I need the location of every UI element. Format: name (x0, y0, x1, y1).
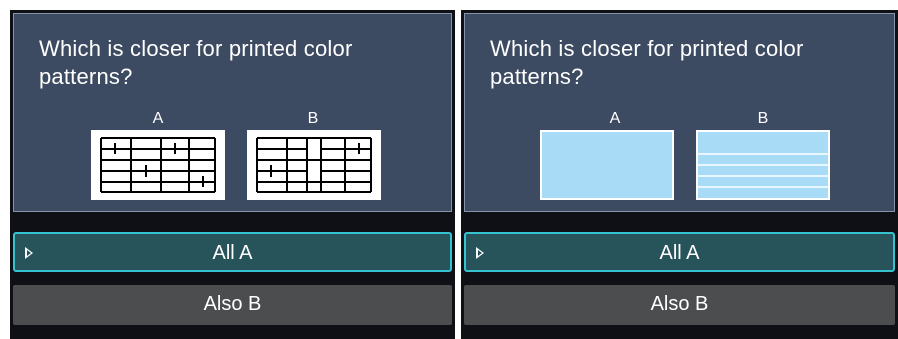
striped-blue-pattern-icon (696, 130, 830, 200)
pattern-b-graphic (256, 137, 372, 193)
prompt-text: Which is closer for printed color patter… (39, 36, 353, 89)
menu-item-all-a[interactable]: All A (464, 232, 895, 272)
menu-item-also-b[interactable]: Also B (13, 285, 452, 325)
menu-item-also-b-label: Also B (203, 293, 262, 315)
lcd-screen-right: Which is closer for printed color patter… (461, 10, 898, 339)
pattern-b-stripes (698, 153, 828, 188)
menu-item-all-a-label: All A (212, 242, 253, 264)
printer-lcd-comparison: Which is closer for printed color patter… (0, 0, 898, 339)
solid-blue-pattern-icon (540, 130, 674, 200)
ruled-grid-pattern-variant-icon (247, 130, 381, 200)
menu-item-all-a[interactable]: All A (13, 232, 452, 272)
lcd-screen-left: Which is closer for printed color patter… (10, 10, 455, 339)
option-a-label: A (609, 110, 621, 127)
ruled-grid-pattern-icon (91, 130, 225, 200)
pattern-a-graphic (100, 137, 216, 193)
menu-item-also-b[interactable]: Also B (464, 285, 895, 325)
prompt-text: Which is closer for printed color patter… (490, 36, 804, 89)
menu-item-all-a-label: All A (659, 242, 700, 264)
option-a-label: A (152, 110, 164, 127)
prompt-panel: Which is closer for printed color patter… (464, 13, 895, 212)
option-b-label: B (307, 110, 319, 127)
selection-cursor-icon (476, 247, 484, 259)
menu-item-also-b-label: Also B (650, 293, 709, 315)
selection-cursor-icon (25, 247, 33, 259)
prompt-panel: Which is closer for printed color patter… (13, 13, 452, 212)
option-b-label: B (757, 110, 769, 127)
